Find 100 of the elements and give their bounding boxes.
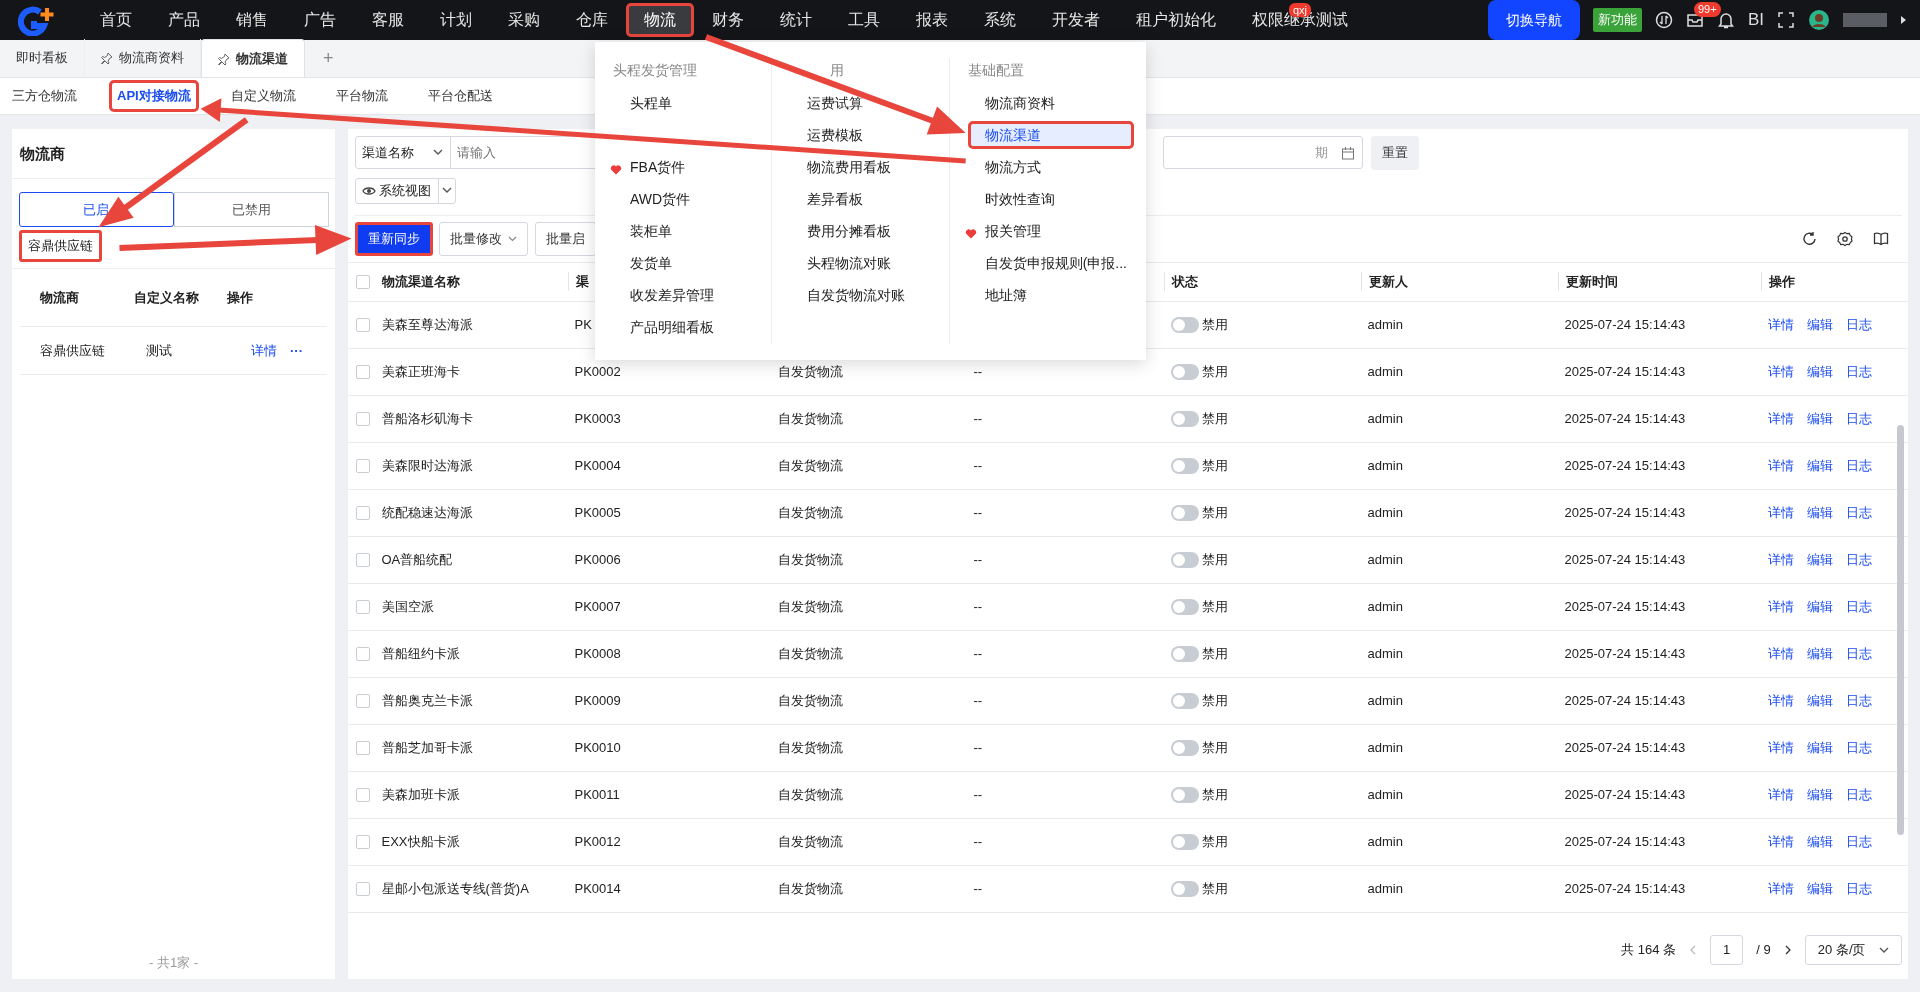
action-link[interactable]: 编辑 bbox=[1806, 831, 1833, 852]
inbox-icon[interactable] bbox=[1685, 11, 1704, 29]
page-tab[interactable]: 即时看板 bbox=[0, 39, 85, 77]
switch-nav-button[interactable]: 切换导航 bbox=[1487, 0, 1580, 40]
caret-icon[interactable] bbox=[1900, 15, 1907, 25]
nav-item[interactable]: 统计 bbox=[762, 3, 830, 37]
row-checkbox[interactable] bbox=[356, 787, 370, 802]
menu-item[interactable]: 费用分摊看板 bbox=[790, 217, 899, 245]
action-link[interactable]: 日志 bbox=[1845, 549, 1872, 570]
sub-tab[interactable]: 平台仓配送 bbox=[419, 80, 501, 112]
action-link[interactable]: 详情 bbox=[1767, 784, 1794, 805]
action-link[interactable]: 编辑 bbox=[1806, 502, 1833, 523]
page-input[interactable]: 1 bbox=[1710, 935, 1744, 965]
bi-link[interactable]: BI bbox=[1747, 7, 1764, 33]
logo-icon[interactable] bbox=[18, 4, 54, 36]
status-toggle[interactable] bbox=[1170, 786, 1199, 803]
page-tab[interactable]: 物流渠道 bbox=[201, 39, 305, 77]
action-link[interactable]: 日志 bbox=[1845, 361, 1872, 382]
menu-item[interactable]: 收发差异管理 bbox=[613, 281, 721, 309]
action-link[interactable]: 日志 bbox=[1845, 831, 1872, 852]
fullscreen-icon[interactable] bbox=[1777, 11, 1795, 29]
action-link[interactable]: 详情 bbox=[1767, 831, 1794, 852]
action-link[interactable]: 编辑 bbox=[1806, 408, 1833, 429]
menu-item[interactable]: AWD货件 bbox=[613, 185, 698, 213]
status-toggle[interactable] bbox=[1170, 692, 1199, 709]
details-link[interactable]: 详情 bbox=[251, 341, 277, 361]
status-toggle[interactable] bbox=[1170, 739, 1199, 756]
menu-item[interactable]: 头程单 bbox=[613, 89, 679, 117]
status-toggle[interactable] bbox=[1170, 457, 1199, 474]
status-toggle[interactable] bbox=[1170, 551, 1199, 568]
row-checkbox[interactable] bbox=[356, 411, 370, 426]
nav-item[interactable]: 产品 bbox=[150, 3, 218, 37]
avatar-icon[interactable] bbox=[1808, 9, 1830, 31]
sub-tab[interactable]: 自定义物流 bbox=[222, 80, 304, 112]
status-toggle[interactable] bbox=[1170, 410, 1199, 427]
status-toggle[interactable] bbox=[1170, 880, 1199, 897]
segment-tab[interactable]: 已禁用 bbox=[173, 191, 329, 227]
action-link[interactable]: 编辑 bbox=[1806, 549, 1833, 570]
refresh-icon[interactable] bbox=[1801, 230, 1818, 247]
menu-item[interactable]: 报关管理 bbox=[967, 217, 1048, 245]
status-toggle[interactable] bbox=[1170, 833, 1199, 850]
menu-item[interactable]: 发货单 bbox=[613, 249, 679, 277]
prev-page-icon[interactable] bbox=[1689, 945, 1698, 955]
page-size-select[interactable]: 20 条/页 bbox=[1804, 935, 1902, 965]
action-link[interactable]: 日志 bbox=[1845, 737, 1872, 758]
action-link[interactable]: 编辑 bbox=[1806, 455, 1833, 476]
action-link[interactable]: 详情 bbox=[1767, 737, 1794, 758]
nav-item[interactable]: 报表 bbox=[898, 3, 966, 37]
status-toggle[interactable] bbox=[1170, 316, 1199, 333]
action-link[interactable]: 详情 bbox=[1767, 455, 1794, 476]
menu-item[interactable]: 物流费用看板 bbox=[790, 153, 899, 181]
status-toggle[interactable] bbox=[1170, 645, 1199, 662]
action-link[interactable]: 日志 bbox=[1845, 502, 1872, 523]
nav-item[interactable]: 工具 bbox=[830, 3, 898, 37]
nav-item[interactable]: 客服 bbox=[354, 3, 422, 37]
action-link[interactable]: 日志 bbox=[1845, 784, 1872, 805]
toolbar-button[interactable]: 重新同步 bbox=[354, 221, 433, 256]
menu-item[interactable]: 差异看板 bbox=[790, 185, 871, 213]
action-link[interactable]: 日志 bbox=[1845, 878, 1872, 899]
view-select[interactable]: 系统视图 bbox=[354, 177, 457, 204]
action-link[interactable]: 详情 bbox=[1767, 502, 1794, 523]
row-checkbox[interactable] bbox=[356, 693, 370, 708]
row-checkbox[interactable] bbox=[356, 834, 370, 849]
reset-button[interactable]: 重置 bbox=[1370, 135, 1419, 170]
action-link[interactable]: 编辑 bbox=[1806, 737, 1833, 758]
action-link[interactable]: 详情 bbox=[1767, 408, 1794, 429]
sub-tab[interactable]: API对接物流 bbox=[109, 80, 199, 112]
action-link[interactable]: 详情 bbox=[1767, 549, 1794, 570]
action-link[interactable]: 详情 bbox=[1767, 690, 1794, 711]
nav-item[interactable]: 仓库 bbox=[558, 3, 626, 37]
action-link[interactable]: 日志 bbox=[1845, 408, 1872, 429]
bell-icon[interactable] bbox=[1716, 11, 1735, 29]
row-checkbox[interactable] bbox=[356, 505, 370, 520]
provider-tag[interactable]: 容鼎供应链 bbox=[18, 230, 102, 262]
nav-item[interactable]: 采购 bbox=[490, 3, 558, 37]
status-toggle[interactable] bbox=[1170, 504, 1199, 521]
action-link[interactable]: 日志 bbox=[1845, 455, 1872, 476]
book-icon[interactable] bbox=[1872, 230, 1889, 247]
nav-item[interactable]: 计划 bbox=[422, 3, 490, 37]
row-checkbox[interactable] bbox=[356, 740, 370, 755]
switch-icon[interactable] bbox=[1654, 11, 1673, 29]
action-link[interactable]: 日志 bbox=[1845, 314, 1872, 335]
pin-icon[interactable] bbox=[101, 52, 113, 64]
menu-item[interactable]: 自发货物流对账 bbox=[790, 281, 913, 309]
action-link[interactable]: 详情 bbox=[1767, 643, 1794, 664]
nav-item[interactable]: 租户初始化 bbox=[1118, 3, 1234, 37]
nav-item[interactable]: 开发者 bbox=[1034, 3, 1118, 37]
menu-item[interactable]: 运费模板 bbox=[790, 121, 871, 149]
action-link[interactable]: 日志 bbox=[1845, 596, 1872, 617]
select-all-checkbox[interactable] bbox=[356, 274, 370, 289]
menu-item[interactable]: 物流方式 bbox=[967, 153, 1048, 181]
settings-icon[interactable] bbox=[1837, 230, 1853, 247]
menu-item[interactable]: 自发货申报规则(申报... bbox=[967, 249, 1134, 277]
menu-item[interactable]: 地址簿 bbox=[967, 281, 1034, 309]
nav-item[interactable]: 物流 bbox=[626, 3, 694, 37]
menu-item[interactable]: 运费试算 bbox=[790, 89, 871, 117]
row-checkbox[interactable] bbox=[356, 317, 370, 332]
next-page-icon[interactable] bbox=[1783, 945, 1792, 955]
row-checkbox[interactable] bbox=[356, 364, 370, 379]
action-link[interactable]: 日志 bbox=[1845, 643, 1872, 664]
